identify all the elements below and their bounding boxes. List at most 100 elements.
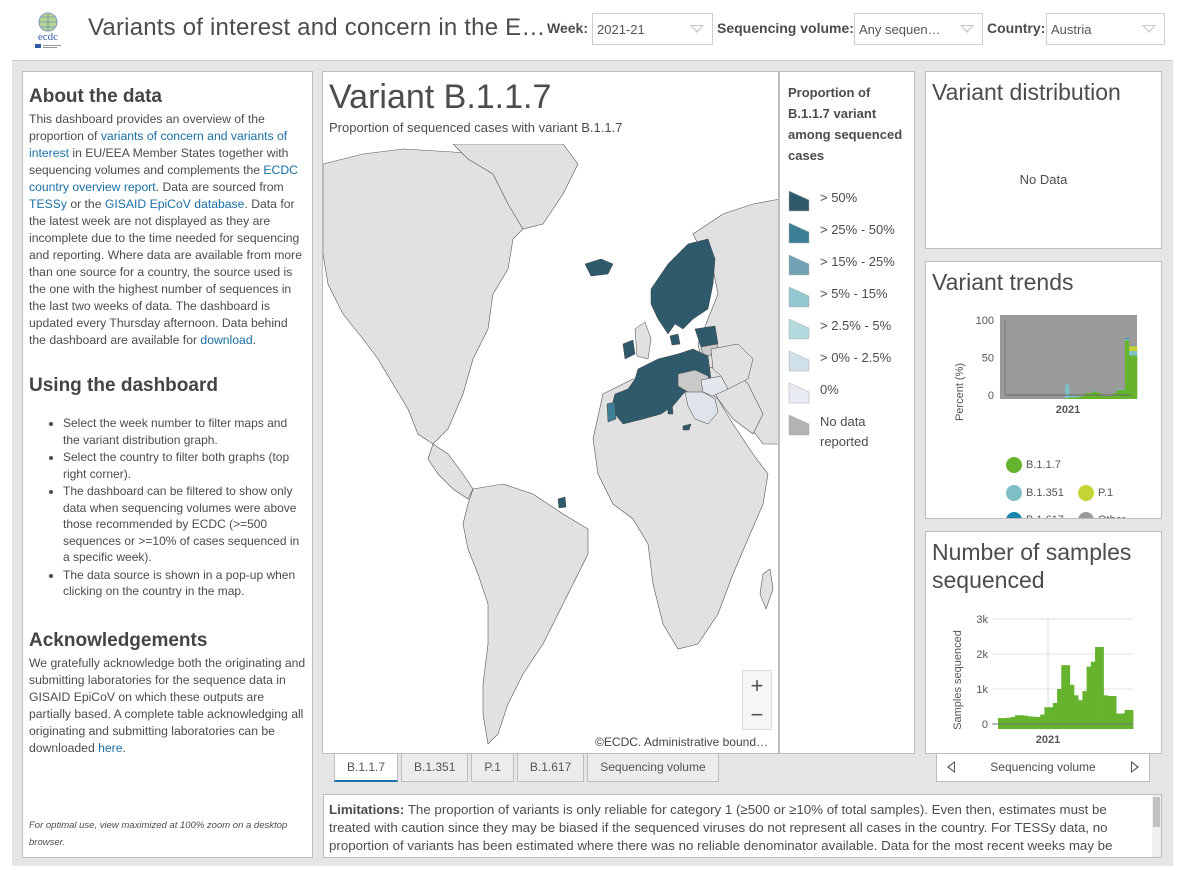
country-value: Austria [1051,22,1092,37]
world-map[interactable] [323,144,779,754]
variant-trends-title: Variant trends [932,269,1074,295]
trend-bar-B-1-1-7 [1069,397,1074,399]
scrollbar-thumb[interactable] [1153,797,1160,827]
samples-bar [1086,666,1092,729]
samples-bar [1031,716,1037,729]
variant-trends-chart[interactable]: Percent (%) 0 50 100 2021 [926,302,1162,472]
trend-bar-B-1-1-7 [1085,393,1090,399]
map-legend: Proportion of B.1.1.7 variant among sequ… [779,71,915,754]
variant-distribution-panel: Variant distribution No Data [925,71,1162,249]
samples-bar [1116,713,1121,729]
samples-bar [1010,717,1016,729]
acknowledgements-download-link[interactable]: here [98,741,122,755]
legend-title: Proportion of B.1.1.7 variant among sequ… [788,85,903,163]
trend-bar-B-1-1-7 [1073,397,1078,399]
legend-dot-label: P.1 [1098,487,1114,499]
app-title: Variants of interest and concern in the … [88,14,546,41]
legend-dot[interactable] [1078,485,1094,501]
legend-label: > 0% - 2.5% [820,350,892,365]
samples-bar [1052,703,1058,729]
legend-label: 0% [820,382,839,397]
map-scandinavia [650,238,716,335]
legend-swatch [788,318,810,340]
trend-bar-B-1-1-7 [1125,340,1130,399]
legend-item: > 25% - 50% [788,220,906,244]
ecdc-logo[interactable]: ecdc [28,10,68,50]
samples-sequenced-title: Number of samples sequenced [932,539,1132,593]
trend-bar-B-1-351 [1125,339,1130,341]
legend-items: > 50% > 25% - 50% > 15% - 25% > 5% - 15% > 2… [788,188,906,452]
samples-bar [1014,715,1020,729]
y-tick-label: 2k [976,649,988,661]
map-central-america [427,443,474,500]
limitations-text: The proportion of variants is only relia… [329,802,1113,857]
samples-bar [1044,707,1050,729]
sequencing-volume-nav-label: Sequencing volume [990,760,1096,774]
week-select[interactable]: 2021-21 [592,13,713,45]
trend-bar-B-1-1-7 [1089,393,1094,399]
samples-sequenced-chart[interactable]: Samples sequenced 0 1k 2k 3k 2021 [926,610,1162,750]
list-item: The dashboard can be filtered to show on… [63,483,306,566]
trend-bar-P-1 [1133,346,1138,351]
legend-dot-label: B.1.1.7 [1026,459,1061,471]
trend-bar-P-1 [1129,346,1134,351]
map-panel: Variant B.1.1.7 Proportion of sequenced … [322,71,779,754]
scrollbar[interactable] [1152,795,1161,857]
info-panel: About the data This dashboard provides a… [22,71,313,858]
legend-swatch [788,414,810,436]
legend-item: > 15% - 25% [788,252,906,276]
next-arrow-icon[interactable] [1131,761,1139,773]
legend-item: 0% [788,380,906,404]
legend-item: No data reported [788,412,906,452]
legend-dot[interactable] [1078,512,1094,518]
about-link[interactable]: GISAID EpiCoV database [105,197,245,211]
map-subtitle: Proportion of sequenced cases with varia… [329,120,623,135]
sequencing-volume-select[interactable]: Any sequen… [854,13,983,45]
country-select[interactable]: Austria [1046,13,1165,45]
legend-dot[interactable] [1006,457,1022,473]
trend-bar-B-1-1-7 [1109,396,1114,399]
tab-b-1-617[interactable]: B.1.617 [516,754,585,782]
legend-item: > 50% [788,188,906,212]
samples-bar [1124,710,1130,729]
legend-swatch [788,350,810,372]
zoom-out-button[interactable]: − [743,700,771,729]
legend-swatch [788,286,810,308]
legend-label: > 5% - 15% [820,286,888,301]
logo-text: ecdc [38,31,58,43]
tab-sequencing-volume[interactable]: Sequencing volume [587,754,719,782]
tab-p-1[interactable]: P.1 [471,754,514,782]
legend-dot-label: Other [1098,514,1126,518]
legend-dot[interactable] [1006,512,1022,518]
samples-bar [1065,665,1071,729]
about-link[interactable]: TESSy [29,197,67,211]
samples-bar [1082,691,1087,729]
about-heading: About the data [29,86,162,107]
samples-bar [1027,716,1033,729]
variant-trends-panel: Variant trends Percent (%) 0 50 100 2021 B… [925,261,1162,519]
tab-b-1-351[interactable]: B.1.351 [401,754,469,782]
samples-bar [1006,717,1012,729]
legend-swatch [788,254,810,276]
list-item: Select the country to filter both graphs… [63,449,306,482]
map-ireland [622,339,636,360]
limitations-label: Limitations: [329,802,405,817]
samples-bar [1057,689,1062,729]
country-label: Country: [987,20,1046,36]
zoom-in-button[interactable]: + [743,671,771,700]
trend-bar-B-1-1-7 [1097,393,1102,399]
map-madagascar [759,568,774,610]
about-link[interactable]: download [200,333,252,347]
using-list: Select the week number to filter maps an… [63,415,306,600]
list-item: Select the week number to filter maps an… [63,415,306,448]
trend-bar-B-1-351 [1093,390,1098,392]
legend-dot[interactable] [1006,485,1022,501]
samples-sequenced-panel: Number of samples sequenced Samples sequ… [925,531,1162,754]
trend-bar-B-1-1-7 [1077,396,1082,399]
map-attribution[interactable]: ©ECDC. Administrative bound… [591,735,772,749]
using-heading: Using the dashboard [29,375,218,396]
tab-b-1-1-7[interactable]: B.1.1.7 [334,754,399,782]
y-tick-label: 100 [976,315,994,327]
x-tick-label: 2021 [1036,734,1060,746]
map-denmark [669,333,681,346]
